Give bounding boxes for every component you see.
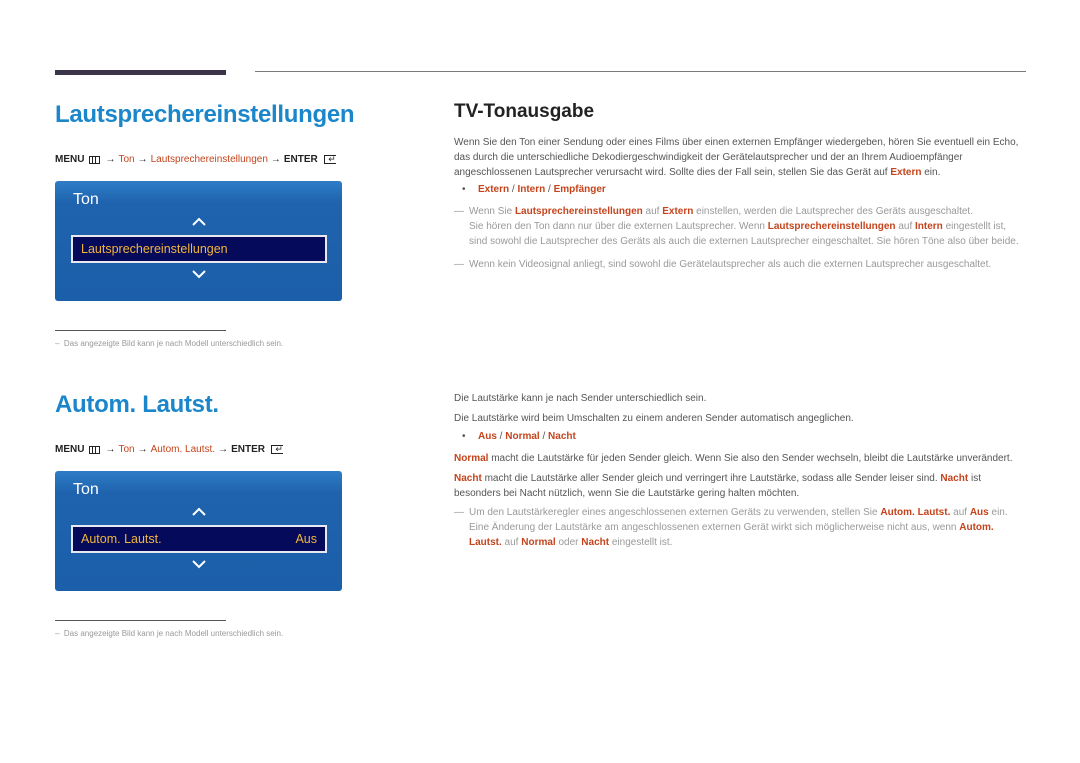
- text: ein.: [921, 167, 941, 178]
- chevron-down-icon: [191, 560, 206, 569]
- menu-icon: [89, 155, 101, 164]
- bullet: •: [462, 431, 466, 442]
- crumb-lautsprechereinstellungen: Lautsprechereinstellungen: [150, 154, 268, 165]
- text: Wenn Sie: [469, 206, 515, 217]
- option-list-tonausgabe: • Extern / Intern / Empfänger: [462, 184, 606, 195]
- note-videosignal: — Wenn kein Videosignal anliegt, sind so…: [454, 257, 1026, 272]
- note-autom-lautst: — Um den Lautstärkeregler eines angeschl…: [454, 505, 1026, 550]
- note-dash: —: [454, 259, 464, 270]
- chevron-down-icon: [191, 270, 206, 279]
- option-extern: Extern: [478, 184, 510, 195]
- tv-menu-item-value: Aus: [295, 532, 317, 546]
- highlight: Aus: [969, 507, 989, 518]
- text: Um den Lautstärkeregler eines angeschlos…: [469, 507, 881, 518]
- tv-menu-item-label: Lautsprechereinstellungen: [81, 242, 228, 256]
- text: Wenn kein Videosignal anliegt, sind sowo…: [469, 259, 992, 270]
- arrow: →: [137, 154, 148, 165]
- crumb-ton: Ton: [118, 154, 135, 165]
- header-accent-bar: [55, 70, 226, 75]
- option-nacht: Nacht: [548, 431, 576, 442]
- highlight: Normal: [521, 537, 556, 548]
- heading-tv-tonausgabe: TV-Tonausgabe: [454, 101, 595, 122]
- text: auf: [950, 507, 970, 518]
- note-dash: —: [454, 206, 464, 217]
- arrow: →: [270, 154, 281, 165]
- paragraph-normal: Normal macht die Lautstärke für jeden Se…: [454, 451, 1026, 466]
- section-title-autom-lautst: Autom. Lautst.: [55, 391, 219, 418]
- text: macht die Lautstärke für jeden Sender gl…: [488, 453, 1013, 464]
- footnote: – Das angezeigte Bild kann je nach Model…: [55, 629, 283, 638]
- option-normal: Normal: [505, 431, 540, 442]
- highlight: Normal: [454, 453, 489, 464]
- tv-menu-selected-item: Autom. Lautst. Aus: [71, 525, 327, 553]
- arrow: →: [105, 444, 116, 455]
- option-list-autom-lautst: • Aus / Normal / Nacht: [462, 431, 576, 442]
- text: einstellen, werden die Lautsprecher des …: [693, 206, 973, 217]
- intro-paragraph: Wenn Sie den Ton einer Sendung oder eine…: [454, 135, 1026, 180]
- text: eingestellt ist.: [609, 537, 673, 548]
- arrow: →: [105, 154, 116, 165]
- separator: /: [496, 431, 506, 442]
- option-empfaenger: Empfänger: [553, 184, 606, 195]
- section-title-lautsprechereinstellungen: Lautsprechereinstellungen: [55, 101, 355, 128]
- footnote-text: Das angezeigte Bild kann je nach Modell …: [63, 339, 284, 348]
- highlight: Extern: [662, 206, 694, 217]
- option-aus: Aus: [478, 431, 497, 442]
- paragraph-lautstaerke-umschalten: Die Lautstärke wird beim Umschalten zu e…: [454, 413, 854, 424]
- menu-path-autom-lautst: MENU → Ton → Autom. Lautst. → ENTER ↵: [55, 444, 283, 455]
- highlight: Autom. Lautst.: [880, 507, 951, 518]
- separator: /: [539, 431, 549, 442]
- enter-icon: ↵: [323, 155, 336, 164]
- text: Sie hören den Ton dann nur über die exte…: [469, 221, 768, 232]
- crumb-ton: Ton: [118, 444, 135, 455]
- menu-icon: [89, 445, 101, 454]
- chevron-up-icon: [191, 507, 206, 516]
- menu-keyword: MENU: [55, 154, 85, 165]
- menu-keyword: MENU: [55, 444, 85, 455]
- footnote-dash: –: [55, 339, 60, 348]
- footnote-rule: [55, 620, 226, 621]
- tv-menu-title: Ton: [73, 481, 99, 498]
- text: auf: [895, 221, 916, 232]
- paragraph-lautstaerke-sender: Die Lautstärke kann je nach Sender unter…: [454, 393, 707, 404]
- tv-menu-item-label: Autom. Lautst.: [81, 532, 162, 546]
- crumb-autom-lautst: Autom. Lautst.: [150, 444, 216, 455]
- highlight: Nacht: [581, 537, 610, 548]
- tv-menu-screenshot-lautsprecher: Ton Lautsprechereinstellungen: [55, 181, 342, 301]
- highlight: Nacht: [940, 473, 969, 484]
- highlight: Lautsprechereinstellungen: [514, 206, 643, 217]
- highlight: Extern: [890, 167, 922, 178]
- highlight: Nacht: [454, 473, 482, 484]
- separator: /: [545, 184, 554, 195]
- menu-path-lautsprecher: MENU → Ton → Lautsprechereinstellungen →…: [55, 154, 336, 165]
- tv-menu-title: Ton: [73, 191, 99, 208]
- text: auf: [642, 206, 663, 217]
- arrow: →: [137, 444, 148, 455]
- highlight: Lautsprechereinstellungen: [767, 221, 896, 232]
- footnote-rule: [55, 330, 226, 331]
- footnote-text: Das angezeigte Bild kann je nach Modell …: [63, 629, 284, 638]
- highlight: Intern: [915, 221, 943, 232]
- enter-keyword: ENTER: [231, 444, 265, 455]
- note-dash: —: [454, 507, 464, 518]
- footnote-dash: –: [55, 629, 60, 638]
- bullet: •: [462, 184, 466, 195]
- chevron-up-icon: [191, 217, 206, 226]
- tv-menu-screenshot-autom-lautst: Ton Autom. Lautst. Aus: [55, 471, 342, 591]
- footnote: – Das angezeigte Bild kann je nach Model…: [55, 339, 283, 348]
- enter-icon: ↵: [270, 445, 283, 454]
- enter-keyword: ENTER: [283, 154, 318, 165]
- tv-menu-selected-item: Lautsprechereinstellungen: [71, 235, 327, 263]
- header-rule: [255, 71, 1026, 72]
- arrow: →: [218, 444, 229, 455]
- paragraph-nacht: Nacht macht die Lautstärke aller Sender …: [454, 471, 1026, 501]
- text: oder: [555, 537, 582, 548]
- option-intern: Intern: [517, 184, 546, 195]
- note-lautsprecher: — Wenn Sie Lautsprechereinstellungen auf…: [454, 204, 1026, 249]
- text: macht die Lautstärke aller Sender gleich…: [481, 473, 941, 484]
- text: auf: [501, 537, 522, 548]
